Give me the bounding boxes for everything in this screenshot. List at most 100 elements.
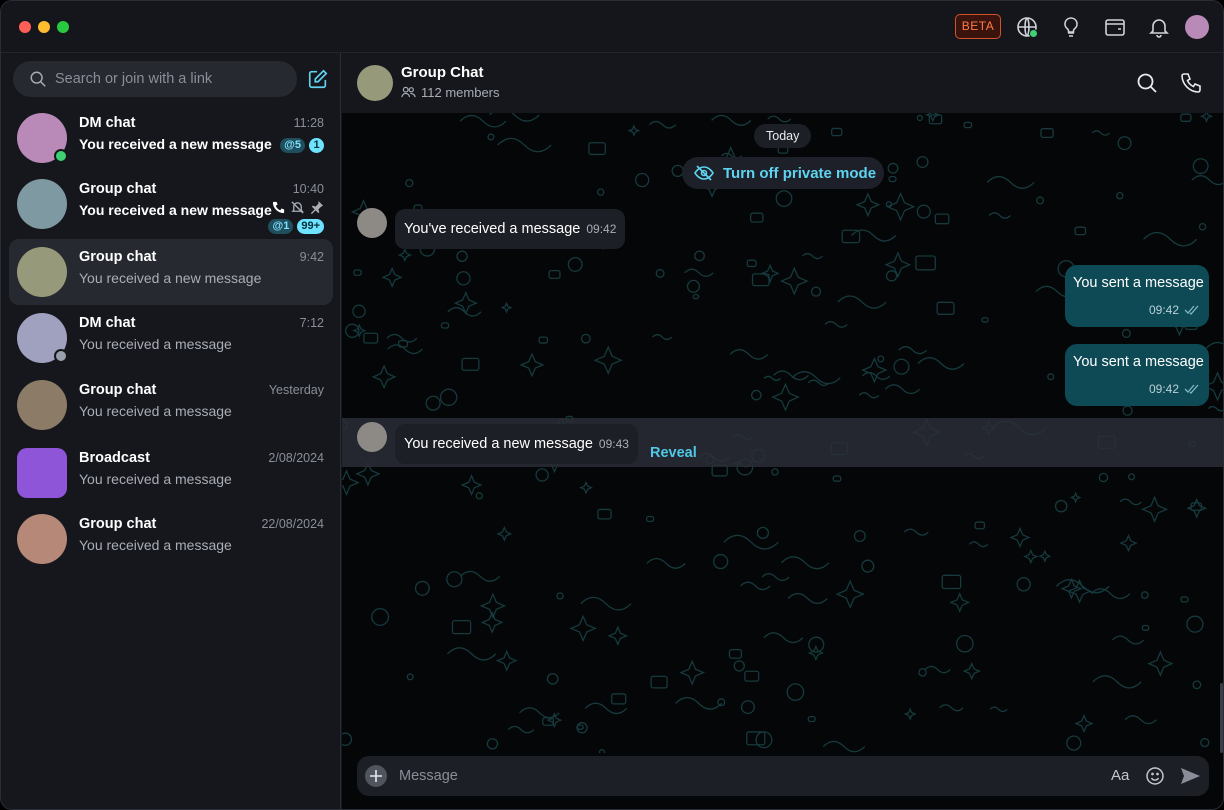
- background-doodle: [453, 291, 478, 316]
- close-window-button[interactable]: [19, 21, 31, 33]
- maximize-window-button[interactable]: [57, 21, 69, 33]
- bell-icon[interactable]: [1147, 15, 1171, 39]
- members-info[interactable]: 112 members: [401, 85, 500, 100]
- incoming-message[interactable]: You received a new message 09:43: [395, 424, 638, 464]
- background-doodle: [593, 345, 623, 375]
- background-doodle: [596, 188, 605, 196]
- background-doodle: [598, 748, 606, 753]
- background-doodle: [763, 632, 804, 644]
- chat-list-item[interactable]: Broadcast You received a message 2/08/20…: [9, 440, 333, 506]
- chat-list-item[interactable]: DM chat You received a message 7:12: [9, 305, 333, 371]
- background-doodle: [456, 250, 468, 263]
- avatar: [17, 380, 67, 430]
- background-doodle: [884, 384, 921, 395]
- background-doodle: [1092, 675, 1142, 689]
- background-doodle: [1023, 548, 1039, 565]
- background-doodle: [916, 204, 931, 219]
- background-doodle: [936, 301, 955, 315]
- background-doodle: [353, 269, 362, 276]
- search-icon[interactable]: [1135, 71, 1159, 95]
- background-doodle: [1016, 577, 1031, 592]
- background-doodle: [775, 190, 793, 207]
- chat-time: 7:12: [299, 316, 324, 330]
- background-doodle: [381, 266, 403, 288]
- chat-list-item[interactable]: Group chat You received a new message 10…: [9, 171, 333, 237]
- conversation-title[interactable]: Group Chat: [401, 64, 484, 81]
- background-doodle: [1192, 158, 1209, 175]
- background-doodle: [903, 528, 929, 536]
- background-doodle: [877, 355, 885, 363]
- compose-icon[interactable]: [307, 68, 329, 90]
- incoming-message[interactable]: You've received a message 09:42: [395, 209, 626, 249]
- lightbulb-icon[interactable]: [1059, 15, 1083, 39]
- background-doodle: [771, 468, 779, 476]
- background-doodle: [832, 475, 842, 482]
- avatar: [17, 448, 67, 498]
- background-doodle: [924, 665, 951, 674]
- chat-list-item-active[interactable]: Group chat You received a new message 9:…: [9, 239, 333, 305]
- private-mode-toggle[interactable]: Turn off private mode: [682, 157, 884, 189]
- background-doodle: [556, 592, 564, 600]
- wallet-icon[interactable]: [1103, 15, 1127, 39]
- reveal-button[interactable]: Reveal: [650, 445, 697, 461]
- background-doodle: [371, 607, 390, 626]
- background-doodle: [918, 668, 927, 677]
- muted-bell-icon: [291, 201, 304, 214]
- background-doodle: [414, 580, 430, 596]
- background-doodle: [519, 707, 560, 719]
- background-doodle: [1143, 231, 1198, 247]
- beta-badge[interactable]: BETA: [955, 14, 1001, 39]
- sender-avatar[interactable]: [357, 422, 387, 452]
- background-doodle: [1098, 472, 1109, 483]
- chat-list-item[interactable]: Group chat You received a message Yester…: [9, 372, 333, 438]
- message-text: You sent a message: [1073, 354, 1204, 370]
- background-doodle: [740, 700, 755, 715]
- background-doodle: [1119, 498, 1142, 506]
- avatar: [17, 247, 67, 297]
- chat-preview: You received a message: [79, 471, 232, 487]
- search-input[interactable]: [55, 61, 285, 97]
- background-doodle: [729, 349, 769, 360]
- globe-icon[interactable]: [1015, 15, 1039, 39]
- background-doodle: [740, 581, 771, 591]
- background-doodle: [780, 556, 830, 570]
- format-text-button[interactable]: Aa: [1111, 767, 1129, 784]
- message-input[interactable]: [399, 756, 1099, 796]
- emoji-icon[interactable]: [1145, 766, 1165, 786]
- background-doodle: [770, 382, 800, 412]
- background-doodle: [1124, 715, 1157, 725]
- background-doodle: [728, 648, 743, 659]
- background-doodle: [822, 740, 866, 753]
- avatar: [17, 514, 67, 564]
- background-doodle: [580, 596, 632, 611]
- chat-list-item[interactable]: DM chat You received a new message 11:28…: [9, 105, 333, 171]
- chat-name: Group chat: [79, 181, 157, 197]
- message-time: 09:43: [598, 437, 629, 451]
- background-doodle: [755, 731, 773, 749]
- background-doodle: [963, 121, 973, 129]
- chat-list-item[interactable]: Group chat You received a message 22/08/…: [9, 506, 333, 572]
- members-icon: [401, 86, 416, 98]
- background-doodle: [974, 521, 986, 530]
- background-doodle: [916, 155, 929, 169]
- outgoing-message[interactable]: You sent a message 09:42: [1065, 265, 1209, 327]
- background-doodle: [461, 357, 480, 371]
- background-doodle: [459, 114, 507, 128]
- background-doodle: [711, 114, 752, 126]
- phone-call-icon[interactable]: [1179, 71, 1203, 95]
- background-doodle: [885, 270, 898, 282]
- background-doodle: [925, 113, 941, 123]
- double-check-icon: [1184, 305, 1199, 315]
- date-divider: Today: [754, 124, 812, 148]
- background-doodle: [675, 696, 723, 710]
- scrollbar[interactable]: [1220, 683, 1223, 753]
- attach-button[interactable]: [365, 765, 387, 787]
- send-icon[interactable]: [1179, 765, 1201, 787]
- background-doodle: [808, 636, 825, 653]
- background-doodle: [786, 683, 805, 701]
- group-avatar[interactable]: [357, 65, 393, 101]
- outgoing-message[interactable]: You sent a message 09:42: [1065, 344, 1209, 406]
- sender-avatar[interactable]: [357, 208, 387, 238]
- profile-avatar[interactable]: [1185, 15, 1209, 39]
- minimize-window-button[interactable]: [38, 21, 50, 33]
